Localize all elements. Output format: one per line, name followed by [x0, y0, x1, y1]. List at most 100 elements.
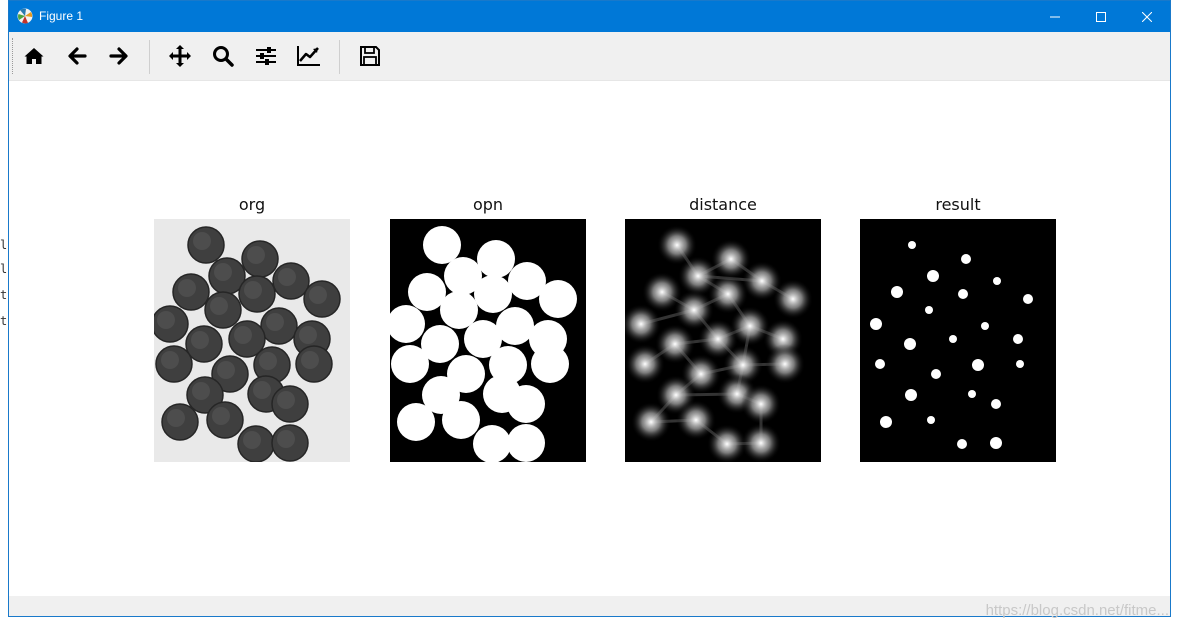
toolbar-separator [339, 40, 340, 74]
distance-peak [625, 344, 665, 384]
mask-blob [397, 403, 435, 441]
mask-blob [474, 275, 512, 313]
marker-dot [875, 359, 885, 369]
marker-dot [1016, 360, 1024, 368]
navigation-toolbar [9, 32, 1170, 81]
zoom-icon [213, 46, 234, 67]
marker-dot [891, 286, 903, 298]
close-button[interactable] [1124, 1, 1170, 32]
marker-dot [927, 270, 939, 282]
panel-title-org: org [238, 195, 266, 214]
distance-peak [741, 423, 781, 463]
opening-mask-image [387, 226, 577, 463]
result-markers-image [870, 241, 1033, 449]
marker-dot [968, 390, 976, 398]
marker-dot [949, 335, 957, 343]
title-bar: Figure 1 [9, 1, 1170, 32]
panel-image-org [151, 219, 350, 463]
coin-highlight [247, 246, 265, 264]
coin-highlight [157, 311, 175, 329]
close-icon [1142, 11, 1152, 22]
marker-dot [958, 289, 968, 299]
zoom-button[interactable] [207, 40, 239, 72]
marker-dot [961, 254, 971, 264]
toolbar-separator [149, 40, 150, 74]
panel-title-distance: distance [689, 195, 757, 214]
figure-window: Figure 1 org opn distance result [8, 0, 1171, 617]
configure-subplots-button[interactable] [250, 40, 282, 72]
distance-peak [765, 344, 805, 384]
coin-highlight [278, 268, 296, 286]
coin-highlight [191, 331, 209, 349]
coin-highlight [167, 409, 185, 427]
configure-subplots-icon [256, 47, 276, 65]
home-icon [24, 48, 44, 64]
coins-image [151, 219, 350, 463]
coin-highlight [253, 381, 271, 399]
coin-highlight [214, 263, 232, 281]
distance-transform-image [621, 225, 813, 464]
background-window-strip: l l t t [0, 0, 8, 625]
mask-blob [539, 280, 577, 318]
coin-highlight [161, 351, 179, 369]
marker-dot [925, 306, 933, 314]
marker-dot [908, 241, 916, 249]
marker-dot [904, 338, 916, 350]
coin-highlight [277, 430, 295, 448]
figure-canvas[interactable]: org opn distance result [9, 81, 1170, 596]
marker-dot [990, 437, 1002, 449]
toolbar-grip[interactable] [12, 38, 16, 74]
back-button[interactable] [61, 40, 93, 72]
mask-blob [387, 305, 425, 343]
maximize-button[interactable] [1078, 1, 1124, 32]
pan-button[interactable] [164, 40, 196, 72]
back-arrow-icon [68, 47, 87, 65]
coin-highlight [299, 326, 317, 344]
window-title: Figure 1 [39, 9, 84, 23]
mask-blob [391, 345, 429, 383]
coin-highlight [193, 232, 211, 250]
coin-highlight [301, 351, 319, 369]
marker-dot [993, 277, 1001, 285]
marker-dot [991, 399, 1001, 409]
marker-dot [957, 439, 967, 449]
marker-dot [905, 389, 917, 401]
forward-button[interactable] [103, 40, 135, 72]
minimize-button[interactable] [1032, 1, 1078, 32]
save-button[interactable] [354, 40, 386, 72]
marker-dot [880, 416, 892, 428]
panel-title-result: result [935, 195, 981, 214]
forward-arrow-icon [109, 47, 128, 65]
coin-highlight [277, 391, 295, 409]
coin-highlight [217, 361, 235, 379]
mask-blob [442, 401, 480, 439]
distance-peak [773, 279, 813, 319]
distance-peak [631, 402, 671, 442]
edit-axis-icon [297, 46, 320, 66]
pan-icon [169, 45, 191, 67]
marker-dot [931, 369, 941, 379]
panel-title-opn: opn [472, 195, 504, 214]
coin-highlight [266, 313, 284, 331]
watermark-text: https://blog.csdn.net/fitme... [985, 602, 1169, 619]
mask-blob [408, 273, 446, 311]
panel-image-distance [621, 219, 821, 464]
coin-highlight [309, 286, 327, 304]
maximize-icon [1096, 11, 1106, 22]
mask-blob [423, 226, 461, 264]
coin-highlight [244, 281, 262, 299]
marker-dot [927, 416, 935, 424]
edit-axis-button[interactable] [293, 40, 325, 72]
panel-image-result [860, 219, 1056, 462]
mask-blob [507, 385, 545, 423]
marker-dot [981, 322, 989, 330]
minimize-icon [1050, 16, 1060, 17]
coin-highlight [212, 407, 230, 425]
mask-blob [507, 424, 545, 462]
marker-dot [1023, 294, 1033, 304]
home-button[interactable] [18, 40, 50, 72]
marker-dot [972, 359, 984, 371]
marker-dot [1013, 334, 1023, 344]
mask-blob [473, 425, 511, 463]
panel-image-opn [387, 219, 586, 463]
